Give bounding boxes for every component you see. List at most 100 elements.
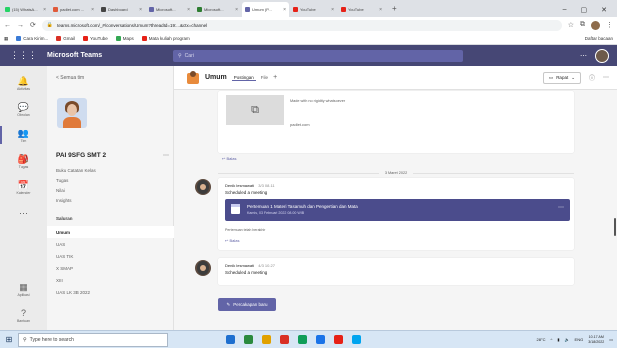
- close-tab-icon[interactable]: ×: [43, 7, 46, 13]
- close-tab-icon[interactable]: ×: [379, 7, 382, 13]
- profile-avatar[interactable]: [591, 20, 600, 30]
- close-tab-icon[interactable]: ×: [283, 7, 286, 13]
- avatar[interactable]: [195, 260, 211, 276]
- scrollbar-thumb[interactable]: [614, 218, 616, 236]
- channel-item[interactable]: X SMAP: [47, 262, 174, 274]
- bookmark-item[interactable]: Maps: [115, 36, 134, 41]
- channel-team-icon: [186, 70, 200, 85]
- channel-item[interactable]: UAS LK 3B 2022: [47, 286, 174, 298]
- favicon-icon: [16, 36, 22, 41]
- more-icon[interactable]: ⋯: [603, 74, 609, 81]
- meeting-title: Pertemuan 1 Materi Tasamuh dan Pengertia…: [247, 204, 358, 209]
- avatar[interactable]: [195, 179, 211, 195]
- app-launcher-icon[interactable]: ⋮⋮⋮: [0, 50, 47, 61]
- channel-item[interactable]: Umum: [47, 226, 174, 238]
- tab-posts[interactable]: Postingan: [231, 75, 256, 81]
- user-avatar[interactable]: [595, 48, 609, 63]
- close-tab-icon[interactable]: ×: [235, 7, 238, 13]
- browser-tab[interactable]: Dashboard ×: [98, 2, 145, 17]
- rail-item-help[interactable]: ? Bantuan: [0, 302, 47, 328]
- meeting-card[interactable]: Pertemuan 1 Materi Tasamuh dan Pengertia…: [225, 199, 570, 221]
- rail-item-assignments[interactable]: 🎒 Tugas: [0, 148, 47, 174]
- team-name: PAI 9SFG SMT 2: [56, 152, 107, 159]
- close-tab-icon[interactable]: ×: [187, 7, 190, 13]
- language-label[interactable]: ENG: [575, 337, 584, 342]
- team-link[interactable]: Insights: [56, 198, 96, 203]
- browser-tab[interactable]: YouTube ×: [338, 2, 385, 17]
- link-preview-card[interactable]: ⧉ Made with no rigidity whatsoever padle…: [218, 91, 574, 153]
- browser-tab[interactable]: YouTube ×: [290, 2, 337, 17]
- rail-item-more[interactable]: ⋯: [0, 200, 47, 226]
- weather-label[interactable]: 28°C: [537, 337, 546, 342]
- forward-arrow-icon[interactable]: →: [17, 22, 24, 29]
- new-tab-button[interactable]: +: [386, 2, 403, 17]
- taskbar-search-input[interactable]: ⚲ Type here to search: [18, 332, 168, 347]
- team-link[interactable]: Buku Catatan Kelas: [56, 168, 96, 173]
- apps-icon: ▦: [19, 281, 28, 292]
- clock[interactable]: 10.17 AM 3/18/2022: [588, 335, 604, 343]
- channel-item[interactable]: UAS TIK: [47, 250, 174, 262]
- maximize-icon[interactable]: ▢: [581, 6, 588, 14]
- rail-item-teams[interactable]: 👥 Tim: [0, 122, 47, 148]
- all-teams-link[interactable]: < Semua tim: [56, 75, 84, 81]
- channel-main: Umum Postingan File + ▭ Rapat ⌄ ⓘ ⋯ ⧉ Ma…: [174, 66, 617, 330]
- browser-tab[interactable]: (15) WhatsA... ×: [2, 2, 49, 17]
- browser-tab[interactable]: Microsoft... ×: [146, 2, 193, 17]
- notification-icon[interactable]: ▭: [609, 337, 613, 342]
- bookmark-item[interactable]: Mata kuliah program: [141, 36, 190, 41]
- apps-grid-icon[interactable]: ▦: [4, 36, 8, 42]
- reload-icon[interactable]: ⟳: [30, 21, 36, 29]
- rail-item-calendar[interactable]: 📅 Kalender: [0, 174, 47, 200]
- reading-list[interactable]: Daftar bacaan: [585, 36, 613, 41]
- meet-button[interactable]: ▭ Rapat ⌄: [542, 71, 581, 84]
- back-arrow-icon[interactable]: ←: [4, 22, 11, 29]
- taskbar-app-icon[interactable]: [352, 335, 361, 344]
- rail-item-apps[interactable]: ▦ Aplikasi: [0, 276, 47, 302]
- meeting-more-icon[interactable]: ⋯: [558, 204, 564, 211]
- browser-tab[interactable]: Microsoft... ×: [194, 2, 241, 17]
- rail-item-chat[interactable]: 💬 Obrolan: [0, 96, 47, 122]
- meeting-datetime: Kamis, 03 Februari 2022 08.00 WIB: [247, 211, 305, 215]
- close-tab-icon[interactable]: ×: [331, 7, 334, 13]
- taskbar-app-icon[interactable]: [244, 335, 253, 344]
- more-options-icon[interactable]: ⋯: [580, 52, 587, 60]
- volume-icon[interactable]: 🔈: [565, 337, 570, 342]
- close-tab-icon[interactable]: ×: [139, 7, 142, 13]
- close-tab-icon[interactable]: ×: [91, 7, 94, 13]
- taskbar-app-icon[interactable]: [262, 335, 271, 344]
- reply-button[interactable]: ↩ Balas: [222, 156, 236, 161]
- info-icon[interactable]: ⓘ: [589, 73, 595, 82]
- channel-item[interactable]: XIII: [47, 274, 174, 286]
- menu-icon[interactable]: ⋮: [606, 21, 613, 29]
- new-conversation-button[interactable]: ✎ Percakapan baru: [218, 298, 276, 311]
- bookmark-item[interactable]: Gmail: [56, 36, 75, 41]
- team-link[interactable]: Tugas: [56, 178, 96, 183]
- add-tab-button[interactable]: +: [273, 74, 277, 81]
- bookmark-item[interactable]: Cara Kirim...: [16, 36, 48, 41]
- browser-tab[interactable]: padlet.com ... ×: [50, 2, 97, 17]
- taskbar-app-icon[interactable]: [316, 335, 325, 344]
- minimize-icon[interactable]: –: [563, 6, 567, 13]
- favicon-icon: [83, 36, 89, 41]
- taskbar-app-icon[interactable]: [226, 335, 235, 344]
- more-icon: ⋯: [19, 207, 28, 218]
- taskbar-app-icon[interactable]: [334, 335, 343, 344]
- browser-tab[interactable]: Umum (P... ×: [242, 2, 289, 17]
- close-window-icon[interactable]: ✕: [601, 6, 607, 14]
- rail-item-activity[interactable]: 🔔 Aktivitas: [0, 70, 47, 96]
- search-input[interactable]: ⚲ Cari: [173, 49, 463, 62]
- team-more-icon[interactable]: ⋯: [163, 152, 169, 159]
- tray-chevron-icon[interactable]: ^: [550, 337, 552, 342]
- taskbar-app-icon[interactable]: [298, 335, 307, 344]
- tab-files[interactable]: File: [261, 75, 268, 80]
- network-icon[interactable]: ▮: [557, 337, 559, 342]
- star-icon[interactable]: ☆: [568, 21, 574, 29]
- extension-icon[interactable]: ⧉: [580, 21, 585, 29]
- channel-item[interactable]: UAS: [47, 238, 174, 250]
- taskbar-app-icon[interactable]: [280, 335, 289, 344]
- windows-start-icon[interactable]: ⊞: [0, 335, 18, 344]
- reply-button[interactable]: ↩ Balas: [225, 238, 239, 243]
- bookmark-item[interactable]: YouTube: [83, 36, 108, 41]
- url-field[interactable]: 🔒 teams.microsoft.com/_#/conversations/U…: [41, 19, 562, 31]
- team-link[interactable]: Nilai: [56, 188, 96, 193]
